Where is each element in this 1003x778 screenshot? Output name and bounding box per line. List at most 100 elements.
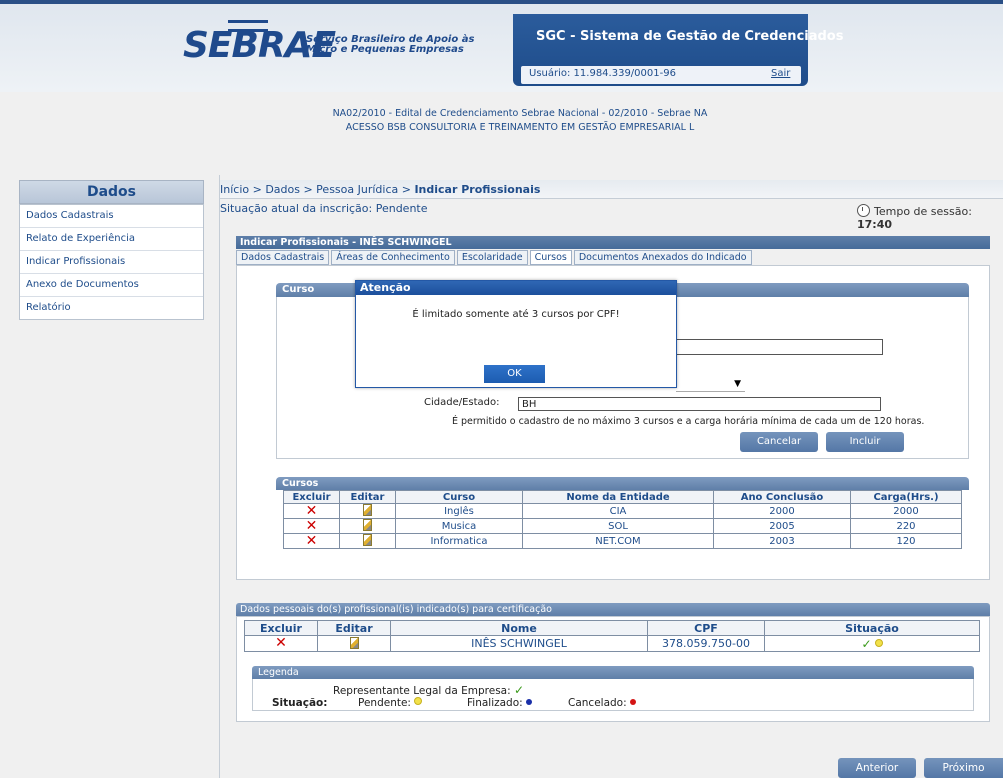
entidade-input[interactable] [676,339,883,355]
session-label: Tempo de sessão: [874,205,972,218]
finished-dot-icon [525,699,532,705]
tab-cursos[interactable]: Cursos [529,250,572,265]
carga-cell: 120 [850,533,962,549]
previous-button[interactable]: Anterior [838,758,916,778]
edit-cell [339,533,396,549]
sidebar-title: Dados [19,180,204,204]
legenda-title: Legenda [252,666,974,679]
tab-escolaridade[interactable]: Escolaridade [456,250,528,265]
alert-dialog: Atenção É limitado somente até 3 cursos … [355,280,677,388]
table-header-row: Excluir Editar Nome CPF Situação [244,620,980,636]
pending-dot-icon [874,638,883,647]
canceled-dot-icon [629,699,636,705]
include-button[interactable]: Incluir [826,432,904,452]
inscription-status: Situação atual da inscrição: Pendente [220,202,428,215]
carga-cell: 2000 [850,503,962,519]
cursos-table-title: Cursos [276,477,969,490]
breadcrumb-current: Indicar Profissionais [414,183,541,196]
cancel-button[interactable]: Cancelar [740,432,818,452]
col-excluir: Excluir [244,620,318,636]
tab-dados-cadastrais[interactable]: Dados Cadastrais [236,250,330,265]
edit-icon[interactable] [363,504,372,516]
ano-cell: 2005 [713,518,851,534]
user-label: Usuário: 11.984.339/0001-96 [529,68,676,79]
col-curso: Curso [395,490,523,504]
ano-cell: 2000 [713,503,851,519]
company-notice: ACESSO BSB CONSULTORIA E TREINAMENTO EM … [345,122,695,133]
sidebar-item-indicar-profissionais[interactable]: Indicar Profissionais [20,251,203,274]
delete-icon[interactable]: ✕ [306,503,318,519]
session-time: 17:40 [857,218,893,231]
edit-cell [339,503,396,519]
legenda-pendente: Pendente: [358,697,422,709]
edit-icon[interactable] [363,519,372,531]
curso-limit-note: É permitido o cadastro de no máximo 3 cu… [452,416,925,427]
carga-cell: 220 [850,518,962,534]
table-row: ✕ INÊS SCHWINGEL 378.059.750-00 ✓ [244,635,980,652]
cursos-table: Excluir Editar Curso Nome da Entidade An… [283,490,962,549]
delete-cell: ✕ [283,533,340,549]
ok-button[interactable]: OK [484,365,545,383]
pending-dot-icon [413,697,422,705]
table-row: ✕ Informatica NET.COM 2003 120 [283,533,962,549]
col-editar: Editar [339,490,396,504]
col-entidade: Nome da Entidade [522,490,714,504]
col-carga: Carga(Hrs.) [850,490,962,504]
chevron-down-icon: ▼ [734,379,741,389]
next-button[interactable]: Próximo [924,758,1003,778]
sidebar-item-dados-cadastrais[interactable]: Dados Cadastrais [20,205,203,228]
profissionais-table: Excluir Editar Nome CPF Situação ✕ INÊS … [244,620,980,652]
pendente-label: Pendente: [358,697,411,709]
sebrae-logo: SEBRAE Serviço Brasileiro de Apoio às Mi… [183,20,513,70]
delete-cell: ✕ [283,518,340,534]
situacao-cell: ✓ [764,635,980,652]
check-icon: ✓ [513,683,525,697]
entidade-cell: CIA [522,503,714,519]
ano-cell: 2003 [713,533,851,549]
dados-pessoais-title: Dados pessoais do(s) profissional(is) in… [236,603,990,616]
delete-icon[interactable]: ✕ [306,533,318,549]
col-ano: Ano Conclusão [713,490,851,504]
header-top-line [0,0,1003,4]
table-row: ✕ Inglês CIA 2000 2000 [283,503,962,519]
edital-notice: NA02/2010 - Edital de Credenciamento Seb… [332,108,708,119]
edit-icon[interactable] [363,534,372,546]
logo-tagline-line-2: Micro e Pequenas Empresas [306,44,464,55]
edit-cell [339,518,396,534]
cancelado-label: Cancelado: [568,697,627,709]
col-situacao: Situação [764,620,980,636]
dialog-message: É limitado somente até 3 cursos por CPF! [412,309,620,320]
curso-cell: Inglês [395,503,523,519]
tab-documentos-anexados[interactable]: Documentos Anexados do Indicado [573,250,752,265]
sidebar-item-relato-experiencia[interactable]: Relato de Experiência [20,228,203,251]
system-title: SGC - Sistema de Gestão de Credenciados [536,29,844,44]
legenda-finalizado: Finalizado: [467,697,532,709]
edit-icon[interactable] [349,636,359,649]
delete-cell: ✕ [283,503,340,519]
legenda-representante: Representante Legal da Empresa: ✓ [333,683,524,697]
delete-icon[interactable]: ✕ [306,518,318,534]
ano-select[interactable]: ▼ [676,377,745,392]
check-icon: ✓ [861,636,872,651]
logout-link[interactable]: Sair [771,68,790,79]
col-editar: Editar [317,620,391,636]
edit-cell [317,635,391,652]
tab-areas-conhecimento[interactable]: Áreas de Conhecimento [331,250,455,265]
curso-cell: Informatica [395,533,523,549]
logo-tagline: Serviço Brasileiro de Apoio às Micro e P… [306,35,474,55]
situacao-label: Situação: [272,697,328,709]
city-input[interactable]: BH [518,397,881,411]
entidade-cell: SOL [522,518,714,534]
representante-label: Representante Legal da Empresa: [333,685,511,697]
table-header-row: Excluir Editar Curso Nome da Entidade An… [283,490,962,504]
indicar-header: Indicar Profissionais - INÊS SCHWINGEL [236,236,990,249]
delete-icon[interactable]: ✕ [275,635,287,651]
dialog-title: Atenção [356,281,676,295]
breadcrumb-path: Início > Dados > Pessoa Jurídica > [220,183,415,196]
content-divider [219,175,220,778]
sidebar-item-anexo-documentos[interactable]: Anexo de Documentos [20,274,203,297]
session-timer: Tempo de sessão: 17:40 [857,204,1003,231]
finalizado-label: Finalizado: [467,697,523,709]
sidebar-item-relatorio[interactable]: Relatório [20,297,203,319]
entidade-cell: NET.COM [522,533,714,549]
